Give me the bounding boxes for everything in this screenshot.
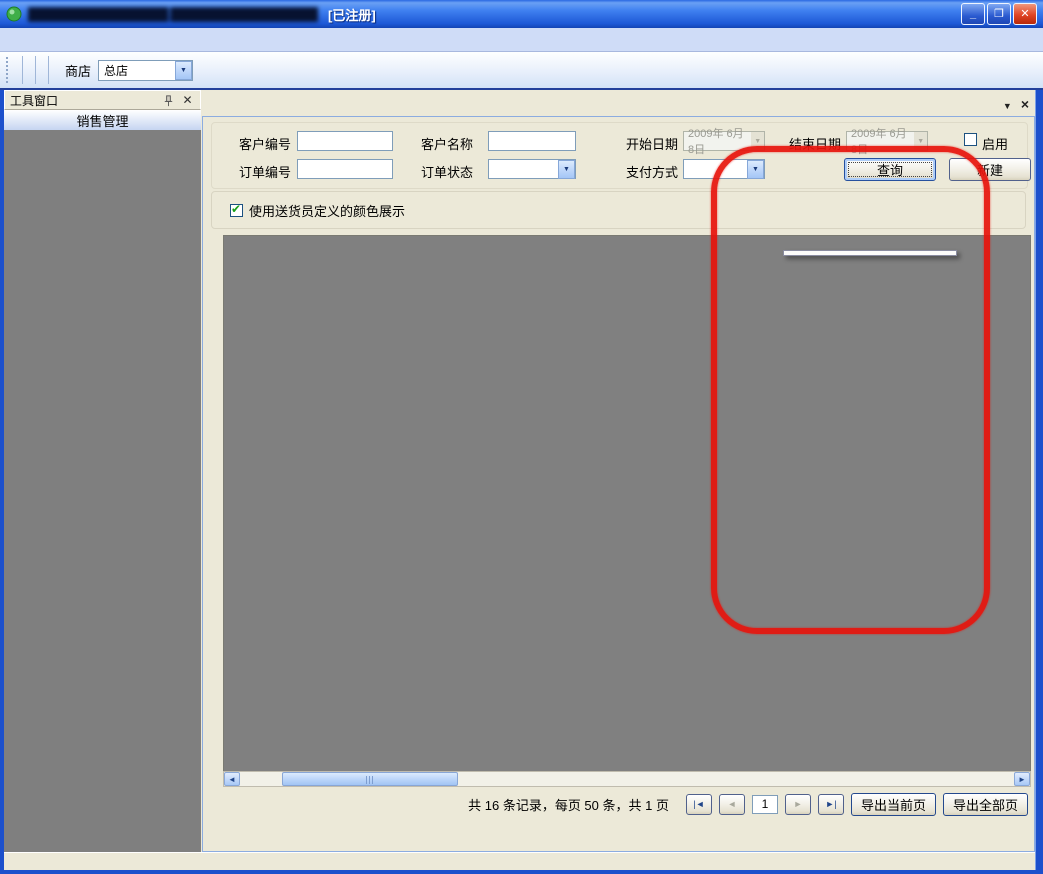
tab-list-dropdown-icon[interactable] [1003, 97, 1012, 112]
dropdown-arrow-icon[interactable] [747, 160, 764, 179]
store-selected-value: 总店 [104, 62, 128, 79]
order-status-label: 订单状态 [421, 162, 473, 181]
tool-window-title: 工具窗口 [10, 92, 157, 109]
page-number-input[interactable] [752, 795, 778, 814]
prev-page-button[interactable] [719, 794, 745, 815]
order-status-select[interactable] [488, 159, 576, 179]
last-page-button[interactable] [818, 794, 844, 815]
context-menu [783, 250, 957, 256]
color-option-row: 使用送货员定义的颜色展示 [211, 191, 1026, 229]
next-page-button[interactable] [785, 794, 811, 815]
window-border-right [1035, 90, 1043, 874]
end-date-picker[interactable]: 2009年 6月 8日 [846, 131, 928, 151]
orders-table [223, 235, 1031, 773]
pagination-bar: 共 16 条记录，每页 50 条，共 1 页 导出当前页 导出全部页 [203, 789, 1028, 819]
delivery-color-checkbox[interactable] [230, 204, 243, 217]
start-date-picker[interactable]: 2009年 6月 8日 [683, 131, 765, 151]
toolbar-separator [48, 56, 49, 84]
start-date-value: 2009年 6月 8日 [688, 125, 751, 157]
order-no-label: 订单编号 [239, 162, 291, 181]
new-button[interactable]: 新建 [949, 158, 1031, 181]
scrollbar-track[interactable] [240, 772, 1014, 786]
menu-bar [0, 28, 1043, 52]
tab-close-icon[interactable] [1021, 97, 1029, 112]
pay-method-select[interactable] [683, 159, 765, 179]
dropdown-arrow-icon[interactable] [751, 132, 764, 150]
app-icon [6, 6, 22, 22]
export-all-pages-button[interactable]: 导出全部页 [943, 793, 1028, 816]
store-select[interactable]: 总店 [98, 60, 193, 81]
tool-window-sidebar: 工具窗口 ✕ 销售管理 [4, 90, 201, 852]
customer-name-input[interactable] [488, 131, 576, 151]
export-current-page-button[interactable]: 导出当前页 [851, 793, 936, 816]
end-date-label: 结束日期 [789, 134, 841, 153]
record-count-summary: 共 16 条记录，每页 50 条，共 1 页 [468, 795, 669, 814]
delivery-color-label: 使用送货员定义的颜色展示 [249, 201, 405, 220]
customer-no-label: 客户编号 [239, 134, 291, 153]
minimize-icon: _ [970, 9, 976, 19]
close-button[interactable]: ✕ [1013, 3, 1037, 25]
scroll-left-icon[interactable] [224, 772, 240, 786]
sidebar-section-sales[interactable]: 销售管理 [4, 110, 201, 130]
tool-window-titlebar: 工具窗口 ✕ [4, 90, 201, 110]
sidebar-items [4, 130, 201, 852]
minimize-button[interactable]: _ [961, 3, 985, 25]
customer-name-label: 客户名称 [421, 134, 473, 153]
document-tab-bar [202, 90, 1035, 116]
close-icon: ✕ [1020, 9, 1029, 19]
horizontal-scrollbar[interactable] [223, 771, 1031, 787]
toolbar-separator [22, 56, 23, 84]
pay-method-label: 支付方式 [626, 162, 678, 181]
order-management-panel: 客户编号 客户名称 开始日期 2009年 6月 8日 结束日期 2009年 6月… [202, 116, 1035, 852]
window-border-bottom [0, 870, 1043, 874]
content-area: 客户编号 客户名称 开始日期 2009年 6月 8日 结束日期 2009年 6月… [202, 90, 1035, 852]
start-date-label: 开始日期 [626, 134, 678, 153]
maximize-button[interactable]: ❐ [987, 3, 1011, 25]
enable-label: 启用 [982, 134, 1008, 153]
registered-badge: [已注册] [328, 5, 376, 24]
title-bar: █████████████████ ██████████████████ [已注… [0, 0, 1043, 28]
end-date-value: 2009年 6月 8日 [851, 125, 914, 157]
toolbar: 商店 总店 [0, 52, 1043, 90]
toolbar-separator [35, 56, 36, 84]
dropdown-arrow-icon[interactable] [558, 160, 575, 179]
dropdown-arrow-icon[interactable] [175, 61, 192, 80]
first-page-button[interactable] [686, 794, 712, 815]
toolbar-grip[interactable] [6, 57, 12, 83]
order-no-input[interactable] [297, 159, 393, 179]
window-title-redacted: █████████████████ ██████████████████ [28, 7, 318, 22]
scrollbar-thumb[interactable] [282, 772, 458, 786]
pin-icon[interactable] [161, 93, 176, 108]
store-label: 商店 [65, 61, 91, 80]
status-bar [4, 852, 1035, 870]
dropdown-arrow-icon[interactable] [914, 132, 927, 150]
enable-checkbox[interactable] [964, 133, 977, 146]
sidebar-close-icon[interactable]: ✕ [180, 93, 195, 108]
query-button[interactable]: 查询 [844, 158, 936, 181]
maximize-icon: ❐ [994, 9, 1004, 19]
scroll-right-icon[interactable] [1014, 772, 1030, 786]
customer-no-input[interactable] [297, 131, 393, 151]
